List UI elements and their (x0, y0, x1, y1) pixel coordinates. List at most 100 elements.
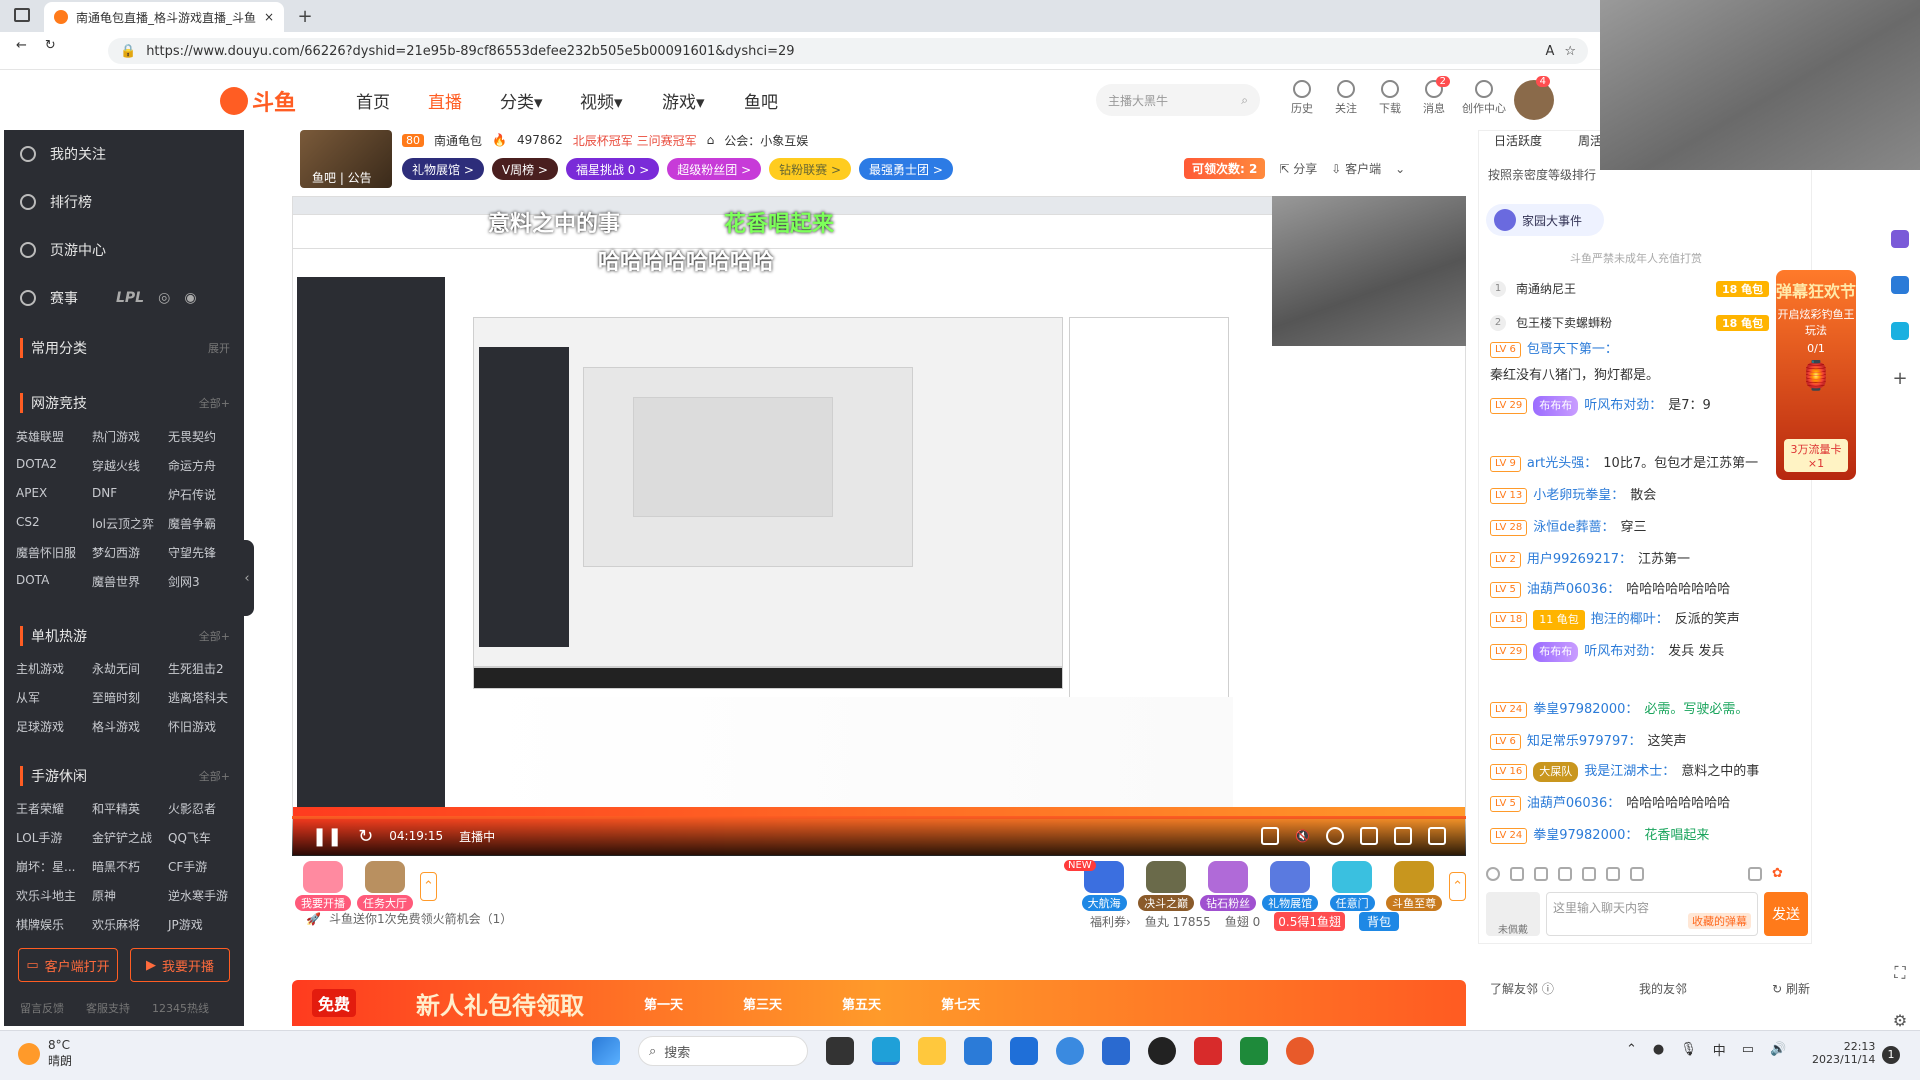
category-item[interactable]: DOTA2 (16, 457, 92, 474)
chat-username[interactable]: 知足常乐979797： (1527, 732, 1642, 752)
app-k-icon[interactable] (1056, 1037, 1084, 1065)
chat-username[interactable]: 听风布对劲： (1584, 642, 1662, 662)
grab-count-button[interactable]: 可领次数: 2 (1184, 158, 1266, 179)
category-item[interactable]: 剑网3 (168, 573, 244, 590)
screenshot-icon[interactable]: ⛶ (1894, 963, 1905, 983)
category-item[interactable]: 梦幻西游 (92, 544, 168, 561)
volume-icon[interactable]: 🔊 (1770, 1042, 1786, 1057)
lol-logo-icon[interactable]: ◎ (158, 290, 170, 306)
tab-close-icon[interactable]: × (264, 10, 274, 24)
chat-username[interactable]: 抱汪的椰叶： (1591, 610, 1669, 630)
chat-username[interactable]: 油葫芦06036： (1527, 580, 1620, 600)
chat-username[interactable]: 我是江湖术士： (1584, 762, 1675, 782)
copilot-icon[interactable] (1891, 230, 1909, 248)
nav-video[interactable]: 视频▾ (580, 88, 623, 113)
history-button[interactable]: 历史 (1282, 80, 1322, 124)
mic-icon[interactable]: 🎙 (1680, 1042, 1697, 1057)
read-aloud-icon[interactable]: A (1545, 44, 1554, 59)
category-item[interactable]: 生死狙击2 (168, 660, 244, 677)
nav-yuba[interactable]: 鱼吧 (744, 88, 778, 113)
app-red-icon[interactable] (1194, 1037, 1222, 1065)
category-item[interactable]: 欢乐斗地主 (16, 887, 92, 904)
image-icon[interactable] (1558, 866, 1572, 881)
category-item[interactable]: 逆水寒手游 (168, 887, 244, 904)
gift-hall-pill[interactable]: 礼物展馆 > (402, 158, 484, 180)
badge-slot[interactable]: 未佩戴 (1486, 892, 1540, 936)
app-tray-icon[interactable]: ● (1653, 1042, 1664, 1057)
category-item[interactable]: DNF (92, 486, 168, 503)
mail-icon[interactable] (1010, 1037, 1038, 1065)
hotline-link[interactable]: 12345热线 (152, 1000, 209, 1016)
window-menu-icon[interactable] (14, 8, 30, 22)
lucky-challenge-pill[interactable]: 福星挑战 0 > (565, 158, 660, 180)
lpl-logo-icon[interactable]: LPL (116, 290, 144, 306)
mute-icon[interactable]: 🔇 (1295, 829, 1310, 843)
nav-live[interactable]: 直播 (428, 88, 462, 113)
task-view-icon[interactable] (826, 1037, 854, 1065)
category-item[interactable]: 王者荣耀 (16, 800, 92, 817)
nav-home[interactable]: 首页 (356, 88, 390, 113)
gift-expand-icon[interactable]: ⌃ (420, 871, 437, 901)
widescreen-icon[interactable] (1394, 827, 1412, 845)
client-button[interactable]: ⇩ 客户端 (1331, 160, 1381, 177)
settings-icon[interactable] (1630, 866, 1644, 881)
category-item[interactable]: 足球游戏 (16, 718, 92, 735)
learn-friends-link[interactable]: 了解友邻 ⓘ (1490, 980, 1554, 997)
category-item[interactable]: 永劫无间 (92, 660, 168, 677)
chat-username[interactable]: 泳恒de葬蔷： (1533, 518, 1614, 538)
danmaku-festival-widget[interactable]: 弹幕狂欢节 开启炫彩钓鱼王玩法 0/1 🏮 3万流量卡 ×1 (1776, 270, 1856, 480)
feedback-link[interactable]: 留言反馈 (20, 1000, 64, 1016)
share-button[interactable]: ⇱ 分享 (1279, 160, 1317, 177)
category-item[interactable]: 魔兽怀旧服 (16, 544, 92, 561)
more-chevron-icon[interactable]: ⌄ (1395, 162, 1405, 176)
category-item[interactable]: 炉石传说 (168, 486, 244, 503)
search-input[interactable]: 主播大黑牛 ⌕ (1096, 84, 1260, 116)
gift-task-hall[interactable]: 任务大厅 (354, 861, 416, 911)
category-item[interactable]: 魔兽争霸 (168, 515, 244, 532)
weather-widget[interactable]: 8°C 晴朗 (18, 1038, 72, 1069)
free-rocket-tip[interactable]: 🚀 斗鱼送你1次免费领火箭机会（1） (306, 910, 512, 927)
category-item[interactable]: 命运方舟 (168, 457, 244, 474)
edge-icon[interactable] (872, 1037, 900, 1065)
category-item[interactable]: APEX (16, 486, 92, 503)
category-item[interactable]: 英雄联盟 (16, 428, 92, 445)
client-open-button[interactable]: ▭ 客户端打开 (18, 948, 118, 982)
category-item[interactable]: 棋牌娱乐 (16, 916, 92, 932)
diamond-league-pill[interactable]: 钻粉联赛 > (769, 158, 852, 180)
sidebar-item-follow[interactable]: 我的关注 (20, 142, 106, 166)
folder-icon[interactable] (918, 1037, 946, 1065)
follow-button[interactable]: 关注 (1326, 80, 1366, 124)
search-icon[interactable]: ⌕ (1241, 93, 1248, 108)
gift-hall[interactable]: 礼物展馆 (1259, 861, 1321, 911)
expand-link[interactable]: 展开 (208, 340, 230, 356)
douyu-logo[interactable]: 斗鱼 (220, 84, 300, 118)
category-item[interactable]: 主机游戏 (16, 660, 92, 677)
pip-icon[interactable] (1360, 827, 1378, 845)
rank-row[interactable]: 2 包王楼下卖螺蛳粉 18 龟包 (1490, 314, 1770, 331)
category-item[interactable]: LOL手游 (16, 829, 92, 846)
category-item[interactable]: 魔兽世界 (92, 573, 168, 590)
chat-username[interactable]: 包哥天下第一： (1527, 340, 1618, 360)
chevron-up-icon[interactable]: ⌃ (1626, 1042, 1637, 1057)
sidebar-item-rank[interactable]: 排行榜 (20, 190, 92, 214)
message-button[interactable]: 消息 2 (1414, 76, 1454, 124)
rank-row[interactable]: 1 南通纳尼王 18 龟包 (1490, 280, 1770, 297)
chat-username[interactable]: art光头强： (1527, 454, 1597, 474)
family-event[interactable]: 家园大事件 (1486, 204, 1604, 236)
gear-icon[interactable]: ⚙ (1893, 1011, 1907, 1030)
sidebar-item-webgame[interactable]: 页游中心 (20, 238, 106, 262)
steam-icon[interactable] (1148, 1037, 1176, 1065)
pause-icon[interactable]: ❚❚ (312, 826, 342, 847)
gift-supreme[interactable]: 斗鱼至尊 (1383, 861, 1445, 911)
section-more-link[interactable]: 全部+ (199, 628, 230, 644)
category-item[interactable]: 格斗游戏 (92, 718, 168, 735)
user-avatar[interactable]: 4 (1514, 76, 1554, 120)
url-field[interactable]: 🔒 https://www.douyu.com/66226?dyshid=21e… (108, 38, 1588, 64)
category-item[interactable]: 暗黑不朽 (92, 858, 168, 875)
gift-icon[interactable] (1606, 866, 1620, 881)
filter-icon[interactable] (1748, 866, 1762, 881)
category-item[interactable]: 热门游戏 (92, 428, 168, 445)
category-item[interactable]: 从军 (16, 689, 92, 706)
dota2-logo-icon[interactable]: ◉ (184, 290, 196, 306)
get-fishchip-button[interactable]: 0.5得1鱼翅 (1274, 912, 1345, 931)
